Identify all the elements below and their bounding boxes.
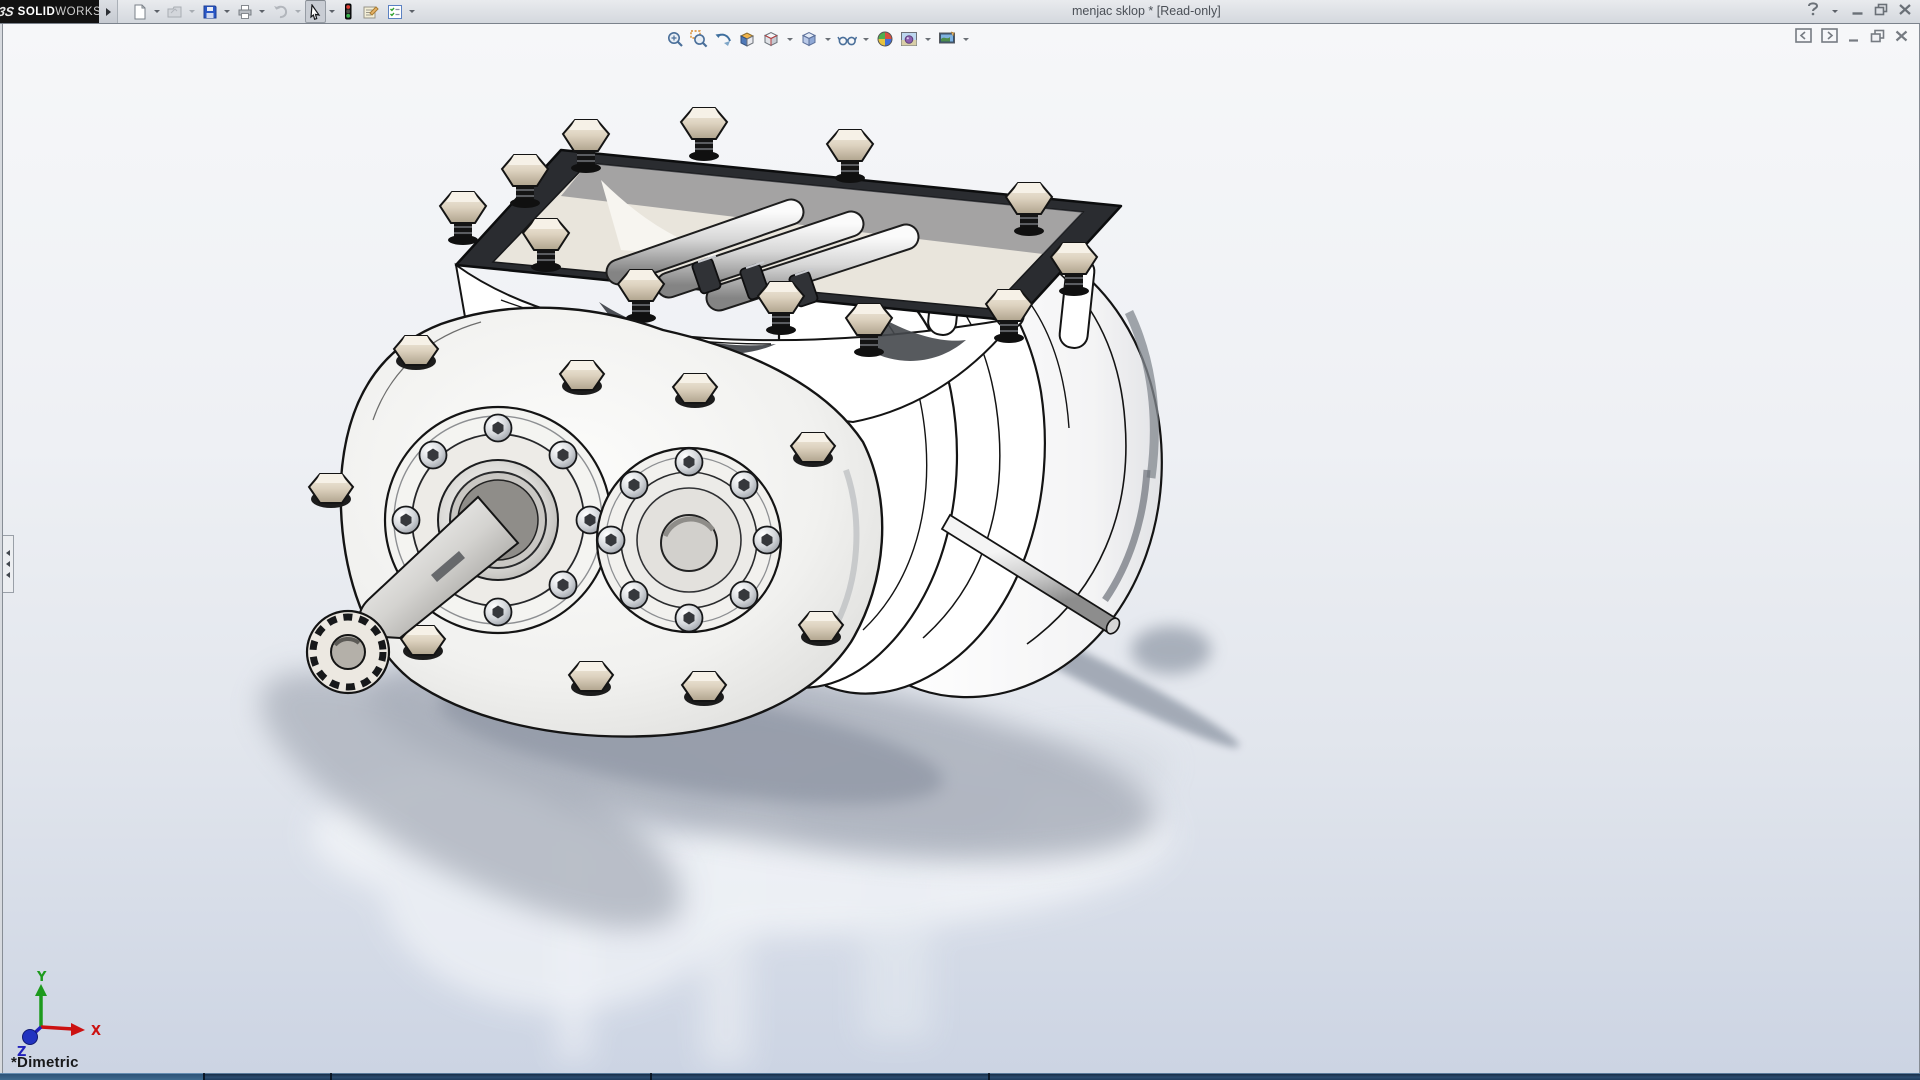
select-button[interactable] (305, 0, 326, 23)
zoom-to-area-button[interactable] (687, 28, 711, 50)
save-button[interactable] (199, 0, 221, 23)
collapse-arrow-icon (6, 561, 10, 567)
close-button[interactable] (1898, 0, 1912, 23)
title-bar: 3S SOLIDWORKS (0, 0, 1920, 24)
document-close-button[interactable] (1894, 29, 1909, 43)
taskbar-divider (650, 1073, 652, 1080)
display-style-button[interactable] (797, 28, 821, 50)
brand-works: WORKS (55, 6, 101, 18)
collapse-pane-left-button[interactable] (1795, 28, 1812, 43)
orientation-triad: Y X Z (17, 970, 101, 1060)
open-dropdown[interactable] (189, 10, 195, 13)
menu-expand-button[interactable] (99, 0, 118, 23)
view-settings-icon (938, 30, 957, 48)
new-dropdown[interactable] (154, 10, 160, 13)
section-view-button[interactable] (735, 28, 759, 50)
document-restore-button[interactable] (1870, 29, 1885, 43)
taskbar-divider (988, 1073, 990, 1080)
file-properties-button[interactable] (359, 0, 382, 23)
collapse-arrow-icon (6, 550, 10, 556)
document-window-controls (1795, 28, 1909, 43)
secondary-flange (597, 448, 781, 632)
collapse-pane-right-button[interactable] (1821, 28, 1838, 43)
open-button[interactable] (164, 0, 186, 23)
edit-appearance-button[interactable] (873, 28, 897, 50)
document-minimize-button[interactable] (1847, 29, 1861, 43)
help-button[interactable] (1806, 0, 1820, 23)
stoplight-icon (342, 3, 354, 20)
hide-show-dropdown[interactable] (863, 38, 869, 41)
ds-logo-icon: 3S (0, 4, 15, 19)
section-view-icon (738, 30, 756, 48)
view-orientation-button[interactable] (759, 28, 783, 50)
taskbar-highlight (0, 1073, 1920, 1074)
printer-icon (237, 4, 253, 20)
view-orientation-icon (762, 30, 780, 48)
taskbar-divider (330, 1073, 332, 1080)
undo-button[interactable] (269, 0, 292, 23)
triad-x-label: X (91, 1024, 101, 1039)
open-folder-icon (167, 4, 183, 20)
select-dropdown[interactable] (329, 10, 335, 13)
title-window-controls (1806, 0, 1912, 23)
restore-button[interactable] (1874, 0, 1888, 23)
zoom-to-fit-button[interactable] (663, 28, 687, 50)
options-checklist-icon (387, 4, 403, 20)
feature-manager-collapsed-tab[interactable] (3, 535, 14, 593)
view-settings-dropdown[interactable] (963, 38, 969, 41)
help-dropdown[interactable] (1832, 10, 1838, 13)
print-dropdown[interactable] (259, 10, 265, 13)
collapse-arrow-icon (6, 572, 10, 578)
new-document-icon (132, 4, 148, 20)
window-title: menjac sklop * [Read-only] (1072, 4, 1221, 18)
view-settings-button[interactable] (935, 28, 959, 50)
file-properties-icon (362, 4, 379, 20)
restore-icon (1874, 3, 1888, 16)
save-floppy-icon (202, 4, 218, 20)
previous-view-button[interactable] (711, 28, 735, 50)
taskbar-divider (203, 1073, 205, 1080)
undo-dropdown[interactable] (295, 10, 301, 13)
graphics-viewport[interactable]: Y X Z (2, 24, 1920, 1074)
close-icon (1898, 3, 1912, 16)
select-cursor-icon (308, 4, 323, 20)
brand-solid: SOLID (18, 6, 56, 18)
eyeglasses-icon (837, 30, 857, 48)
print-button[interactable] (234, 0, 256, 23)
display-style-dropdown[interactable] (825, 38, 831, 41)
display-style-icon (800, 30, 818, 48)
zoom-to-area-icon (690, 30, 708, 48)
undo-arrow-icon (272, 4, 289, 20)
save-dropdown[interactable] (224, 10, 230, 13)
appearance-ball-icon (876, 30, 894, 48)
view-orientation-dropdown[interactable] (787, 38, 793, 41)
hide-show-items-button[interactable] (835, 28, 859, 50)
expand-arrow-icon (106, 8, 111, 16)
solidworks-logo: 3S SOLIDWORKS (0, 0, 99, 23)
taskbar-edge[interactable] (0, 1073, 1920, 1080)
taskbar-start-segment (0, 1073, 203, 1080)
options-button[interactable] (384, 0, 406, 23)
gearbox-model[interactable]: Y X Z (2, 24, 1920, 1074)
headsup-view-toolbar (663, 28, 973, 50)
view-orientation-label: *Dimetric (11, 1054, 79, 1071)
apply-scene-dropdown[interactable] (925, 38, 931, 41)
solidworks-window: 3S SOLIDWORKS (0, 0, 1920, 1080)
options-dropdown[interactable] (409, 10, 415, 13)
triad-y-label: Y (36, 970, 47, 985)
apply-scene-icon (900, 30, 918, 48)
new-button[interactable] (129, 0, 151, 23)
stoplight-button[interactable] (339, 0, 357, 23)
apply-scene-button[interactable] (897, 28, 921, 50)
minimize-button[interactable] (1851, 0, 1864, 23)
main-toolbar (128, 0, 418, 23)
help-icon (1806, 1, 1820, 16)
previous-view-icon (714, 30, 732, 48)
minimize-icon (1851, 3, 1864, 16)
zoom-to-fit-icon (666, 30, 684, 48)
